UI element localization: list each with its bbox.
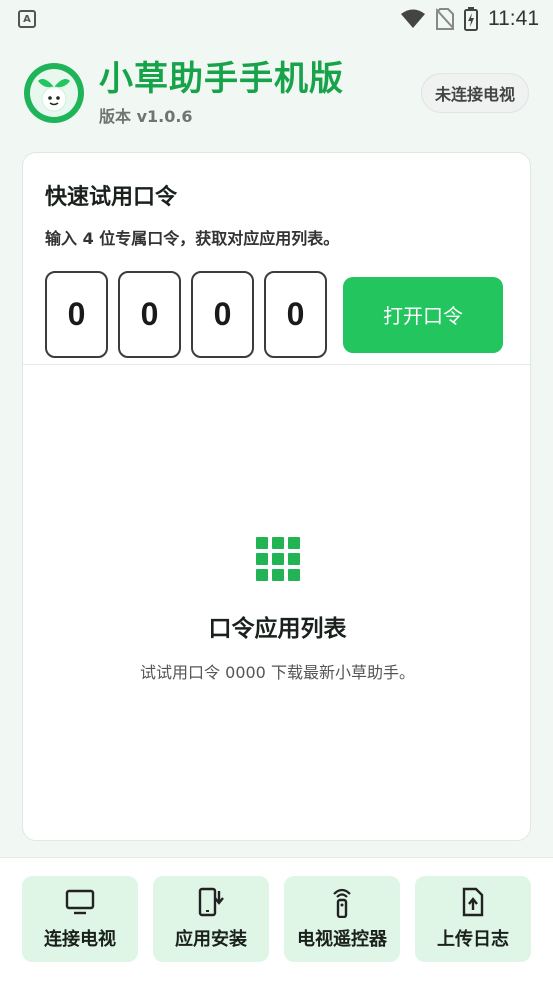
app-install-button[interactable]: 应用安装: [153, 876, 269, 962]
app-list-empty-state: 口令应用列表 试试用口令 0000 下载最新小草助手。: [23, 365, 532, 841]
upload-log-button[interactable]: 上传日志: [415, 876, 531, 962]
code-digit-1[interactable]: 0: [45, 271, 108, 358]
status-bar: A 11:41: [0, 0, 553, 38]
open-code-button[interactable]: 打开口令: [343, 276, 503, 353]
wifi-icon: [401, 9, 425, 28]
code-input-row: 0 0 0 0 打开口令: [45, 271, 510, 358]
app-header: 小草助手手机版 版本 v1.0.6 未连接电视: [24, 58, 529, 128]
app-logo-icon: [24, 63, 84, 123]
connect-tv-button[interactable]: 连接电视: [22, 876, 138, 962]
code-digit-2[interactable]: 0: [118, 271, 181, 358]
empty-state-title: 口令应用列表: [208, 616, 347, 642]
clock: 11:41: [488, 7, 539, 30]
upload-log-label: 上传日志: [437, 929, 509, 950]
phone-download-icon: [198, 887, 224, 917]
battery-charging-icon: [464, 7, 478, 31]
quick-trial-card: 快速试用口令 输入 4 位专属口令，获取对应应用列表。 0 0 0 0 打开口令…: [22, 152, 531, 841]
file-upload-icon: [462, 887, 484, 917]
notification-a-icon: A: [18, 10, 36, 28]
no-sim-icon: [436, 8, 454, 30]
code-digit-4[interactable]: 0: [264, 271, 327, 358]
tv-icon: [65, 889, 95, 915]
tv-connection-badge[interactable]: 未连接电视: [420, 73, 529, 113]
remote-icon: [333, 888, 351, 918]
quick-trial-description: 输入 4 位专属口令，获取对应应用列表。: [45, 229, 340, 248]
connect-tv-label: 连接电视: [44, 929, 116, 950]
bottom-nav: 连接电视 应用安装 电视遥控器 上传日志: [0, 857, 553, 983]
quick-trial-title: 快速试用口令: [45, 185, 178, 210]
app-install-label: 应用安装: [175, 929, 247, 950]
grid-icon: [255, 537, 300, 581]
tv-remote-label: 电视遥控器: [297, 929, 387, 950]
empty-state-subtitle: 试试用口令 0000 下载最新小草助手。: [140, 663, 415, 682]
app-title: 小草助手手机版: [99, 59, 344, 99]
tv-remote-button[interactable]: 电视遥控器: [284, 876, 400, 962]
quick-trial-section: 快速试用口令 输入 4 位专属口令，获取对应应用列表。 0 0 0 0 打开口令: [23, 153, 530, 365]
code-digit-3[interactable]: 0: [191, 271, 254, 358]
app-version: 版本 v1.0.6: [99, 107, 193, 126]
